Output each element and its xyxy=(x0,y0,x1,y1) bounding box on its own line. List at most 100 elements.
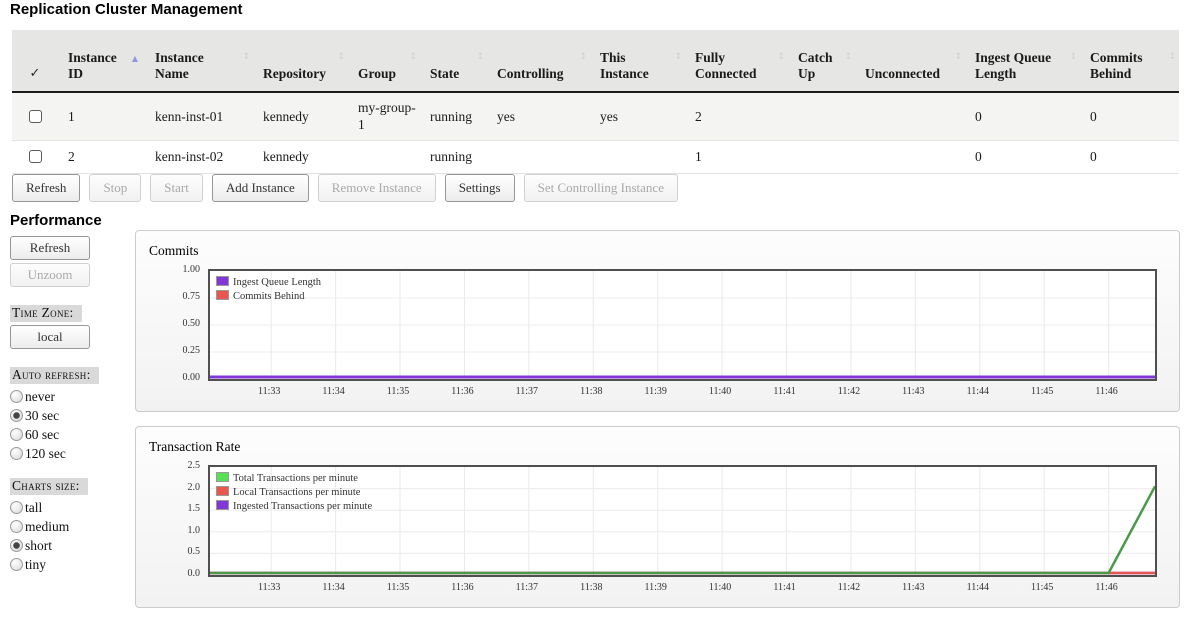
col-header-commits-behind[interactable]: Commits Behind↕ xyxy=(1080,30,1179,92)
col-header-state[interactable]: State↕ xyxy=(420,30,487,92)
legend-item: Commits Behind xyxy=(216,290,321,304)
col-header-unconnected[interactable]: Unconnected↕ xyxy=(855,30,965,92)
radio-button[interactable] xyxy=(10,447,23,460)
cell-group xyxy=(348,140,420,173)
col-header-ingest-queue-length[interactable]: Ingest Queue Length↕ xyxy=(965,30,1080,92)
col-header-repository[interactable]: Repository↕ xyxy=(253,30,348,92)
add-instance-button[interactable]: Add Instance xyxy=(212,174,309,202)
legend-swatch-icon xyxy=(216,290,229,300)
stop-button[interactable]: Stop xyxy=(89,174,141,202)
x-axis-tick-label: 11:45 xyxy=(1024,582,1060,593)
instance-table: ✓ Instance ID▲ Instance Name↕ Repository… xyxy=(12,30,1179,174)
legend-label: Local Transactions per minute xyxy=(233,487,360,498)
y-axis-tick-label: 0.50 xyxy=(136,318,200,329)
timezone-button[interactable]: local xyxy=(10,325,90,349)
chart-title: Transaction Rate xyxy=(149,439,240,455)
col-header-this-instance[interactable]: This Instance↕ xyxy=(590,30,685,92)
col-header-catch-up[interactable]: Catch Up↕ xyxy=(788,30,855,92)
replication-cluster-management-screen: Replication Cluster Management ✓ Instanc… xyxy=(0,0,1191,624)
cell-this-instance xyxy=(590,140,685,173)
cell-fully-connected: 2 xyxy=(685,92,788,140)
x-axis-tick-label: 11:42 xyxy=(831,582,867,593)
set-controlling-instance-button[interactable]: Set Controlling Instance xyxy=(524,174,678,202)
legend-swatch-icon xyxy=(216,486,229,496)
cell-instance-name: kenn-inst-02 xyxy=(145,140,253,173)
col-header-instance-name[interactable]: Instance Name↕ xyxy=(145,30,253,92)
refresh-button[interactable]: Refresh xyxy=(12,174,80,202)
legend-swatch-icon xyxy=(216,276,229,286)
radio-button[interactable] xyxy=(10,501,23,514)
cell-state: running xyxy=(420,140,487,173)
cell-catch-up xyxy=(788,92,855,140)
charts-size-option-medium[interactable]: medium xyxy=(10,519,135,535)
radio-button[interactable] xyxy=(10,428,23,441)
radio-button[interactable] xyxy=(10,409,23,422)
col-header-group[interactable]: Group↕ xyxy=(348,30,420,92)
col-header-fully-connected[interactable]: Fully Connected↕ xyxy=(685,30,788,92)
radio-button[interactable] xyxy=(10,539,23,552)
x-axis-tick-label: 11:43 xyxy=(895,386,931,397)
auto-refresh-option-never[interactable]: never xyxy=(10,389,135,405)
sort-icon: ↕ xyxy=(777,49,785,65)
sort-icon: ↕ xyxy=(242,49,250,65)
cell-unconnected xyxy=(855,140,965,173)
col-header-controlling[interactable]: Controlling↕ xyxy=(487,30,590,92)
start-button[interactable]: Start xyxy=(150,174,203,202)
sort-icon: ↕ xyxy=(1069,49,1077,65)
auto-refresh-label: Auto refresh: xyxy=(10,367,99,384)
x-axis-tick-label: 11:43 xyxy=(895,582,931,593)
auto-refresh-option-30sec[interactable]: 30 sec xyxy=(10,408,135,424)
y-axis-tick-label: 2.0 xyxy=(136,482,200,493)
y-axis-tick-label: 0.25 xyxy=(136,345,200,356)
chart-refresh-button[interactable]: Refresh xyxy=(10,236,90,260)
instance-table-wrap: ✓ Instance ID▲ Instance Name↕ Repository… xyxy=(12,30,1179,174)
sort-icon: ↕ xyxy=(954,49,962,65)
unzoom-button[interactable]: Unzoom xyxy=(10,263,90,287)
chart-legend: Ingest Queue LengthCommits Behind xyxy=(216,276,321,304)
table-row: 1 kenn-inst-01 kennedy my-group-1 runnin… xyxy=(12,92,1179,140)
transaction-rate-chart-panel: Transaction Rate 0.00.51.01.52.02.511:33… xyxy=(135,426,1180,608)
settings-button[interactable]: Settings xyxy=(445,174,515,202)
x-axis-tick-label: 11:46 xyxy=(1089,582,1125,593)
x-axis-tick-label: 11:41 xyxy=(767,386,803,397)
remove-instance-button[interactable]: Remove Instance xyxy=(318,174,436,202)
y-axis-tick-label: 0.75 xyxy=(136,291,200,302)
x-axis-tick-label: 11:44 xyxy=(960,582,996,593)
instance-toolbar: Refresh Stop Start Add Instance Remove I… xyxy=(12,174,683,202)
row-select-checkbox[interactable] xyxy=(29,150,42,163)
sort-icon: ↕ xyxy=(476,49,484,65)
x-axis-tick-label: 11:39 xyxy=(638,386,674,397)
performance-sidebar: Refresh Unzoom Time Zone: local Auto ref… xyxy=(10,236,135,576)
x-axis-tick-label: 11:38 xyxy=(573,582,609,593)
charts-size-option-tiny[interactable]: tiny xyxy=(10,557,135,573)
auto-refresh-option-60sec[interactable]: 60 sec xyxy=(10,427,135,443)
cell-commits-behind: 0 xyxy=(1080,92,1179,140)
y-axis-tick-label: 1.5 xyxy=(136,503,200,514)
x-axis-tick-label: 11:38 xyxy=(573,386,609,397)
row-select-cell xyxy=(12,140,58,173)
y-axis-tick-label: 0.0 xyxy=(136,568,200,579)
performance-heading: Performance xyxy=(10,212,102,229)
cell-commits-behind: 0 xyxy=(1080,140,1179,173)
col-header-instance-id[interactable]: Instance ID▲ xyxy=(58,30,145,92)
radio-button[interactable] xyxy=(10,390,23,403)
charts-size-option-short[interactable]: short xyxy=(10,538,135,554)
row-select-cell xyxy=(12,92,58,140)
cell-catch-up xyxy=(788,140,855,173)
chart-title: Commits xyxy=(149,243,199,259)
cell-controlling: yes xyxy=(487,92,590,140)
sort-icon: ↕ xyxy=(844,49,852,65)
cell-repository: kennedy xyxy=(253,92,348,140)
check-icon: ✓ xyxy=(30,66,41,81)
page-title: Replication Cluster Management xyxy=(10,1,243,18)
select-all-column-header[interactable]: ✓ xyxy=(12,30,58,92)
row-select-checkbox[interactable] xyxy=(29,110,42,123)
radio-button[interactable] xyxy=(10,558,23,571)
auto-refresh-option-120sec[interactable]: 120 sec xyxy=(10,446,135,462)
radio-button[interactable] xyxy=(10,520,23,533)
timezone-label: Time Zone: xyxy=(10,305,82,322)
charts-size-option-tall[interactable]: tall xyxy=(10,500,135,516)
legend-label: Ingested Transactions per minute xyxy=(233,501,372,512)
x-axis-tick-label: 11:40 xyxy=(702,386,738,397)
plot-area[interactable] xyxy=(208,269,1157,381)
